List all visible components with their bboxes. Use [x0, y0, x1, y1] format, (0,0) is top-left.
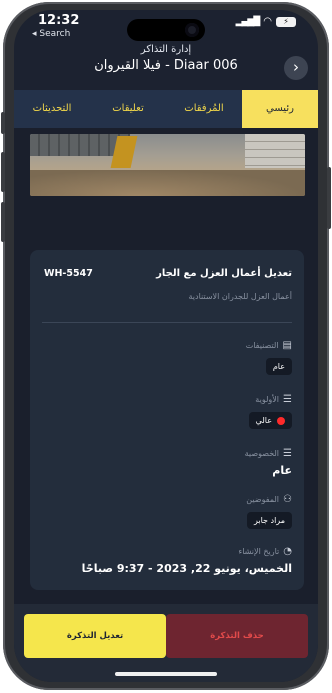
- photo-block-wall: [245, 134, 305, 168]
- action-bar: تعديل التذكرة حذف التذكرة: [14, 604, 318, 682]
- clock-icon: ◔: [283, 546, 292, 557]
- privacy-value: عام: [272, 464, 292, 477]
- ticket-details-card: تعديل أعمال العزل مع الجار WH-5547 أعمال…: [30, 250, 304, 590]
- category-label-text: التصنيفات: [245, 341, 279, 350]
- cellular-signal-icon: ▂▄▆█: [235, 16, 261, 27]
- back-to-search-link[interactable]: ◂ Search: [32, 29, 70, 39]
- category-chip: عام: [265, 358, 292, 375]
- photo-ground: [30, 170, 305, 196]
- ticket-photo[interactable]: [30, 134, 305, 196]
- priority-dot-icon: [277, 416, 285, 425]
- dynamic-island: [127, 19, 205, 41]
- privacy-label-text: الخصوصية: [244, 449, 280, 458]
- tab-updates[interactable]: التحديثات: [14, 90, 90, 128]
- privacy-list-icon: ☰: [283, 448, 292, 459]
- app-screen: 12:32 ◂ Search ▂▄▆█ ◠ ⚡ إدارة التذاكر في…: [14, 10, 318, 682]
- ticket-title: تعديل أعمال العزل مع الجار: [156, 268, 292, 279]
- power-button: [327, 167, 331, 229]
- priority-label-text: الأولوية: [255, 395, 280, 404]
- ticket-code: WH-5547: [44, 268, 93, 279]
- privacy-label: ☰ الخصوصية: [245, 448, 292, 459]
- priority-chip: عالي: [248, 412, 292, 429]
- priority-value: عالي: [255, 416, 272, 425]
- tab-main[interactable]: رئيسي: [242, 90, 318, 128]
- wifi-icon: ◠: [263, 16, 272, 27]
- tab-attachments[interactable]: المُرفقات: [166, 90, 242, 128]
- clipboard-icon: ▤: [282, 340, 292, 351]
- tab-bar: التحديثات تعليقات المُرفقات رئيسي: [14, 90, 318, 128]
- assignees-label-text: المفوضين: [246, 495, 280, 504]
- status-bar: 12:32 ◂ Search ▂▄▆█ ◠ ⚡: [14, 10, 318, 42]
- camera-icon: [185, 23, 199, 37]
- created-date-label: ◔ تاريخ الإنشاء: [238, 546, 292, 557]
- status-time: 12:32: [38, 13, 80, 28]
- home-indicator[interactable]: [115, 672, 217, 676]
- page-title: فيلا القيروان - Diaar 006: [94, 58, 238, 73]
- assignees-label: ⚇ المفوضين: [246, 494, 292, 505]
- ticket-content[interactable]: تعديل أعمال العزل مع الجار WH-5547 أعمال…: [14, 128, 318, 604]
- assignee-chip[interactable]: مراد جابر: [246, 512, 292, 529]
- ticket-description: أعمال العزل للجدران الاستنادية: [188, 292, 293, 301]
- battery-icon: ⚡: [276, 16, 296, 27]
- status-icons: ▂▄▆█ ◠ ⚡: [236, 16, 296, 27]
- category-label: ▤ التصنيفات: [246, 340, 292, 351]
- created-date-label-text: تاريخ الإنشاء: [238, 547, 280, 556]
- volume-down-button: [1, 202, 5, 242]
- created-date-value: الخميس، يونيو 22, 2023 - 9:37 صباحًا: [81, 562, 292, 575]
- priority-list-icon: ☰: [283, 394, 292, 405]
- volume-up-button: [1, 152, 5, 192]
- edit-ticket-button[interactable]: تعديل التذكرة: [24, 614, 166, 658]
- divider: [42, 322, 292, 323]
- phone-frame: 12:32 ◂ Search ▂▄▆█ ◠ ⚡ إدارة التذاكر في…: [1, 2, 331, 690]
- delete-ticket-button[interactable]: حذف التذكرة: [166, 614, 308, 658]
- page-subtitle: إدارة التذاكر: [140, 44, 192, 55]
- tab-comments[interactable]: تعليقات: [90, 90, 166, 128]
- page-header: إدارة التذاكر فيلا القيروان - Diaar 006 …: [14, 44, 318, 92]
- chevron-right-icon[interactable]: ›: [284, 56, 308, 80]
- users-icon: ⚇: [283, 494, 292, 505]
- priority-label: ☰ الأولوية: [255, 394, 292, 405]
- mute-switch: [1, 112, 5, 134]
